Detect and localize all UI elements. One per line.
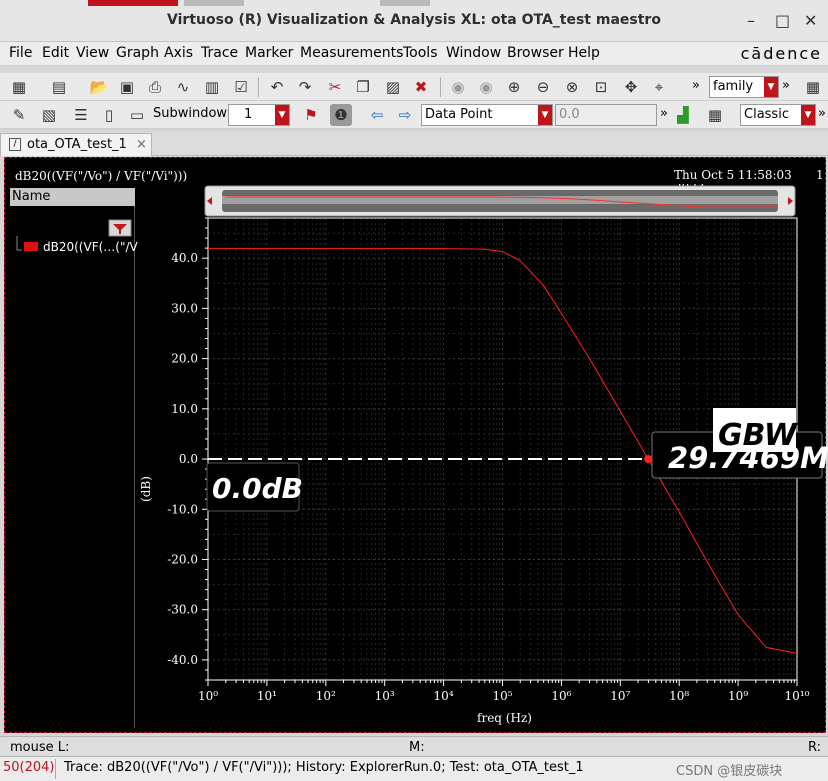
x-tick-label: 10⁸ [669, 689, 689, 703]
gbw-title: GBW [718, 418, 799, 453]
gbw-marker-label[interactable]: 29.7469M GBW [651, 408, 828, 479]
x-tick-label: 10¹ [257, 689, 277, 703]
hmarker-text: 0.0dB [212, 472, 303, 505]
y-tick-label: 10.0 [171, 402, 198, 416]
watermark-text: CSDN @银皮碳块 [676, 764, 783, 779]
x-tick-label: 10⁴ [434, 689, 454, 703]
legend-filter-icon[interactable] [108, 219, 132, 237]
plot-timestamp: Thu Oct 5 11:58:03 [674, 168, 792, 182]
plot-corner-label: 1 [816, 168, 824, 182]
x-tick-label: 10⁹ [728, 689, 748, 703]
mouse-left-label: mouse L: [10, 740, 70, 755]
y-tick-label: 30.0 [171, 301, 198, 315]
mouse-middle-label: M: [409, 740, 425, 755]
mouse-right-label: R: [808, 740, 822, 755]
legend-swatch[interactable] [24, 242, 38, 251]
legend-tree-line [16, 236, 22, 251]
y-tick-label: -10.0 [167, 502, 198, 516]
point-count: 50(204) [3, 760, 55, 775]
x-tick-label: 10¹⁰ [785, 689, 810, 703]
plot-canvas[interactable]: dB20((VF("/Vo") / VF("/Vi"))) Thu Oct 5 … [0, 0, 828, 781]
trace-info-text: Trace: dB20((VF("/Vo") / VF("/Vi"))); Hi… [64, 760, 584, 775]
x-axis-label: freq (Hz) [477, 711, 532, 725]
x-tick-label: 10⁶ [551, 689, 571, 703]
gbw-marker-point[interactable] [644, 455, 653, 464]
x-tick-label: 10³ [375, 689, 395, 703]
y-tick-label: 40.0 [171, 251, 198, 265]
y-tick-label: -20.0 [167, 552, 198, 566]
y-tick-label: -30.0 [167, 603, 198, 617]
y-axis-label: (dB) [139, 476, 153, 502]
x-tick-label: 10⁰ [198, 689, 218, 703]
x-tick-label: 10⁷ [610, 689, 630, 703]
y-tick-label: 0.0 [179, 452, 198, 466]
x-axis-ticks: 10⁰ 10¹ 10² 10³ 10⁴ 10⁵ 10⁶ 10⁷ 10⁸ 10⁹ 10¹⁰ [198, 680, 810, 703]
plot-expression-title: dB20((VF("/Vo") / VF("/Vi"))) [15, 169, 187, 183]
x-tick-label: 10² [316, 689, 336, 703]
y-tick-label: 20.0 [171, 352, 198, 366]
hmarker-label[interactable]: 0.0dB [206, 462, 303, 512]
mouse-status-bar: mouse L: M: R: [0, 736, 828, 756]
legend-trace-name[interactable]: dB20((VF(…("/V [43, 240, 139, 254]
x-tick-label: 10⁵ [492, 689, 512, 703]
zoom-scrollbar[interactable] [204, 185, 796, 217]
y-axis-ticks: 40.0 30.0 20.0 10.0 0.0 -10.0 -20.0 -30.0 -40.0 [167, 217, 208, 681]
trace-status-bar: 50(204) Trace: dB20((VF("/Vo") / VF("/Vi… [0, 756, 828, 781]
y-tick-label: -40.0 [167, 653, 198, 667]
